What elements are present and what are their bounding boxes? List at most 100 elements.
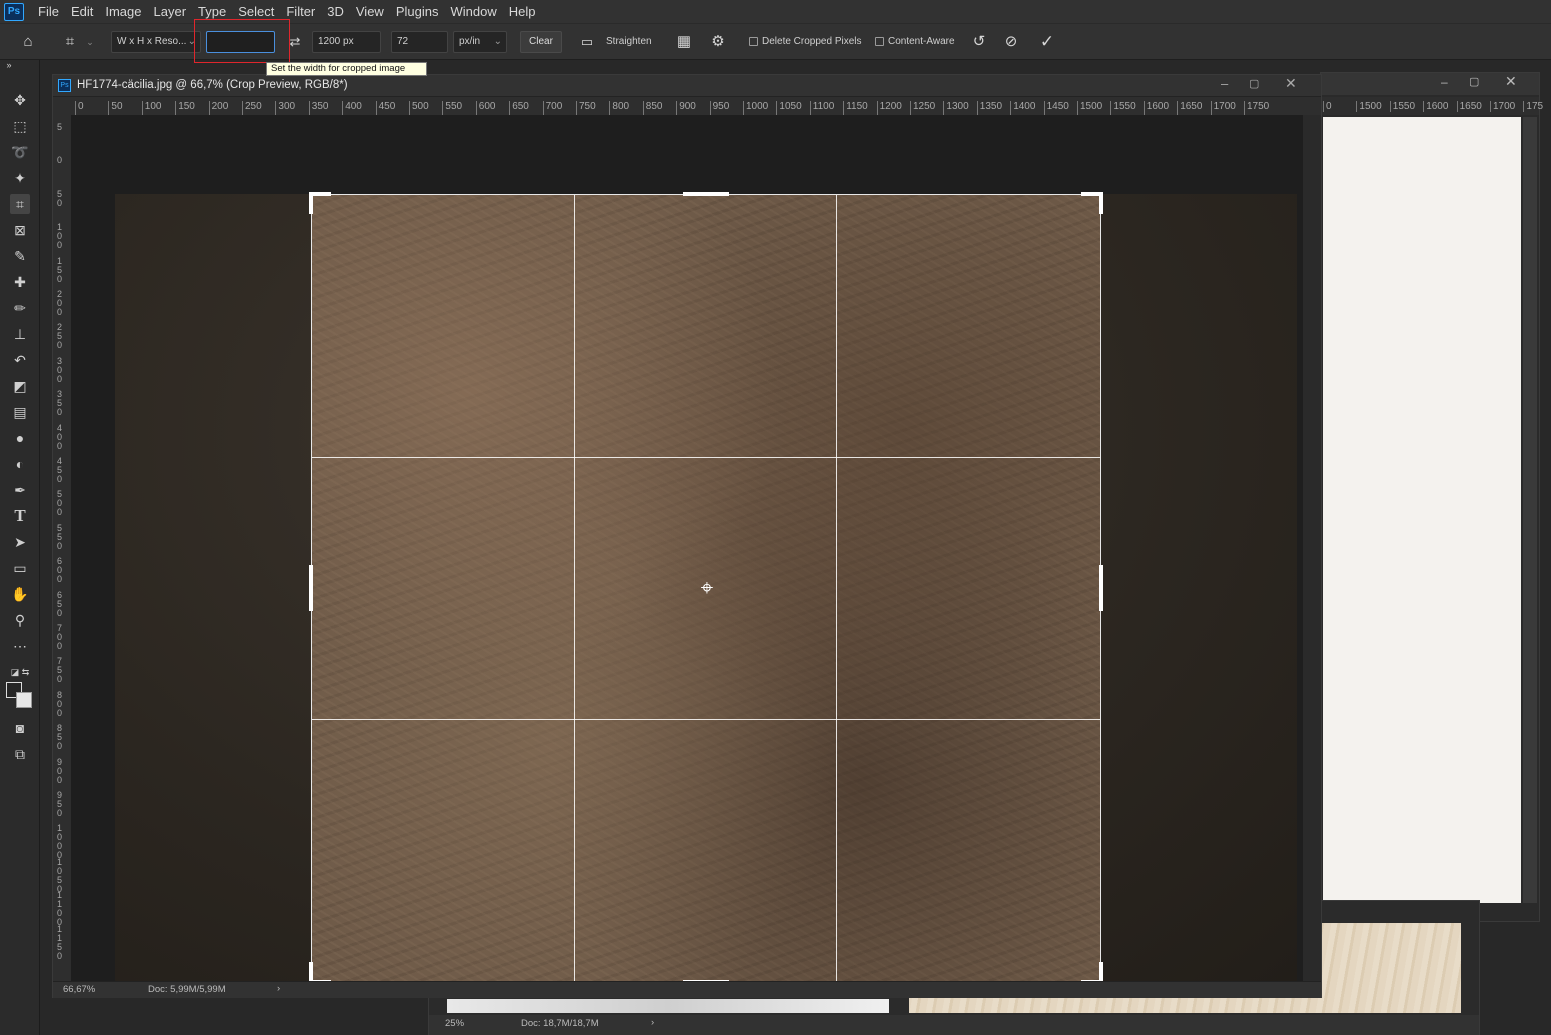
crop-handle-left[interactable] (309, 565, 313, 611)
lasso-tool-icon[interactable]: ➰ (10, 142, 30, 162)
menu-3d[interactable]: 3D (321, 0, 350, 24)
status-bar: 25% Doc: 18,7M/18,7M › (429, 1015, 1479, 1035)
zoom-level[interactable]: 25% (445, 1018, 464, 1029)
crop-handle-tl[interactable] (309, 192, 313, 214)
chevron-right-icon[interactable]: › (277, 983, 280, 994)
home-icon[interactable]: ⌂ (16, 31, 40, 53)
more-tools-icon[interactable]: ⋯ (10, 636, 30, 656)
straighten-icon[interactable]: ▭ (576, 31, 598, 53)
ruler-tick-label: 1150 (57, 923, 63, 961)
vertical-ruler: 5 0 50 100 150 200 250 300 350 400 450 500 550 600 650… (53, 115, 71, 981)
tooltip: Set the width for cropped image (266, 62, 427, 76)
crop-tool-icon[interactable]: ⌗ (10, 194, 30, 214)
ruler-tick-label: 5 (57, 122, 63, 132)
expand-icon[interactable]: » (2, 60, 16, 70)
close-icon[interactable]: ✕ (1505, 73, 1517, 90)
reset-icon[interactable]: ↺ (968, 31, 990, 53)
gradient-icon[interactable]: ▤ (10, 402, 30, 422)
default-colors-icon[interactable]: ◪ ⇆ (10, 662, 30, 682)
delete-cropped-checkbox[interactable] (749, 37, 758, 46)
zoom-icon[interactable]: ⚲ (10, 610, 30, 630)
horizontal-ruler: 0 1500 1550 1600 1650 1700 175 (1321, 97, 1543, 115)
ruler-tick-label: 650 (509, 101, 529, 115)
maximize-icon[interactable]: ▢ (1469, 75, 1479, 88)
menu-help[interactable]: Help (503, 0, 542, 24)
zoom-level[interactable]: 66,67% (63, 984, 95, 995)
clear-button[interactable]: Clear (520, 31, 562, 53)
document-tab[interactable]: Ps HF1774-cäcilia.jpg @ 66,7% (Crop Prev… (53, 75, 1321, 97)
minimize-icon[interactable]: – (1221, 76, 1228, 91)
chevron-down-icon[interactable]: ⌄ (84, 31, 96, 53)
doc-size[interactable]: Doc: 18,7M/18,7M (521, 1018, 599, 1029)
ruler-origin[interactable] (53, 97, 71, 115)
menu-view[interactable]: View (350, 0, 390, 24)
crop-handle-top[interactable] (683, 192, 729, 196)
path-selection-icon[interactable]: ➤ (10, 532, 30, 552)
background-color-swatch[interactable] (16, 692, 32, 708)
brush-icon[interactable]: ✏ (10, 298, 30, 318)
frame-tool-icon[interactable]: ⊠ (10, 220, 30, 240)
hand-icon[interactable]: ✋ (10, 584, 30, 604)
ratio-preset-dropdown[interactable]: W x H x Reso... ⌄ (111, 31, 201, 53)
ruler-tick-label: 1000 (743, 101, 768, 115)
quick-mask-icon[interactable]: ◙ (10, 718, 30, 738)
ruler-tick-label: 1100 (809, 101, 834, 115)
scrollbar[interactable] (1303, 115, 1321, 981)
ruler-tick-label: 750 (576, 101, 596, 115)
menu-layer[interactable]: Layer (148, 0, 193, 24)
ruler-tick-label: 1150 (843, 101, 868, 115)
content-aware-checkbox[interactable] (875, 37, 884, 46)
crosshair-icon: ⌖ (700, 575, 714, 600)
chevron-right-icon[interactable]: › (651, 1017, 654, 1028)
gear-icon[interactable]: ⚙ (707, 31, 729, 53)
doc-size[interactable]: Doc: 5,99M/5,99M (148, 984, 226, 995)
crop-handle-right[interactable] (1099, 565, 1103, 611)
ruler-tick-label: 250 (57, 322, 63, 351)
eyedropper-icon[interactable]: ✎ (10, 246, 30, 266)
screen-mode-icon[interactable]: ⧉ (10, 744, 30, 764)
resolution-input[interactable]: 72 (391, 31, 448, 53)
rectangle-tool-icon[interactable]: ▭ (10, 558, 30, 578)
menu-window[interactable]: Window (444, 0, 502, 24)
crop-preview[interactable]: ⌖ (311, 194, 1101, 982)
commit-check-icon[interactable]: ✓ (1036, 31, 1058, 53)
move-tool-icon[interactable]: ✥ (10, 90, 30, 110)
marquee-tool-icon[interactable]: ⬚ (10, 116, 30, 136)
ruler-tick-label: 750 (57, 656, 63, 685)
height-input[interactable]: 1200 px (312, 31, 381, 53)
ruler-tick-label: 1550 (1110, 101, 1136, 115)
dodge-icon[interactable]: ◐ (10, 454, 30, 474)
maximize-icon[interactable]: ▢ (1249, 77, 1259, 90)
straighten-label[interactable]: Straighten (606, 31, 652, 53)
pen-icon[interactable]: ✒ (10, 480, 30, 500)
healing-brush-icon[interactable]: ✚ (10, 272, 30, 292)
menu-image[interactable]: Image (99, 0, 147, 24)
cancel-icon[interactable]: ⊘ (1000, 31, 1022, 53)
menu-file[interactable]: File (32, 0, 65, 24)
highlight-box (194, 19, 290, 63)
photoshop-logo-icon[interactable]: Ps (4, 2, 24, 21)
ruler-tick-label: 350 (57, 389, 63, 418)
history-brush-icon[interactable]: ↶ (10, 350, 30, 370)
crop-handle-tr[interactable] (1099, 192, 1103, 214)
close-icon[interactable]: ✕ (1285, 75, 1297, 92)
magic-wand-icon[interactable]: ✦ (10, 168, 30, 188)
overlay-grid-icon[interactable]: ▦ (673, 31, 695, 53)
eraser-icon[interactable]: ◩ (10, 376, 30, 396)
menu-plugins[interactable]: Plugins (390, 0, 445, 24)
ruler-tick-label: 800 (609, 101, 629, 115)
resolution-unit-dropdown[interactable]: px/in ⌄ (453, 31, 507, 53)
canvas-area[interactable]: ⌖ (71, 115, 1303, 984)
ruler-tick-label: 400 (342, 101, 362, 115)
minimize-icon[interactable]: – (1441, 75, 1448, 89)
options-bar: ⌂ ⌗ ⌄ W x H x Reso... ⌄ ⇄ 1200 px 72 px/i… (0, 19, 1551, 63)
swap-dimensions-icon[interactable]: ⇄ (285, 31, 305, 53)
scrollbar[interactable] (1523, 117, 1537, 903)
clone-stamp-icon[interactable]: ⊥ (10, 324, 30, 344)
ruler-tick-label: 1100 (57, 890, 63, 928)
crop-tool-preset-icon[interactable]: ⌗ (58, 31, 82, 53)
menu-edit[interactable]: Edit (65, 0, 99, 24)
blur-icon[interactable]: ● (10, 428, 30, 448)
ruler-tick-label: 100 (141, 101, 161, 115)
type-tool-icon[interactable]: T (10, 506, 30, 526)
